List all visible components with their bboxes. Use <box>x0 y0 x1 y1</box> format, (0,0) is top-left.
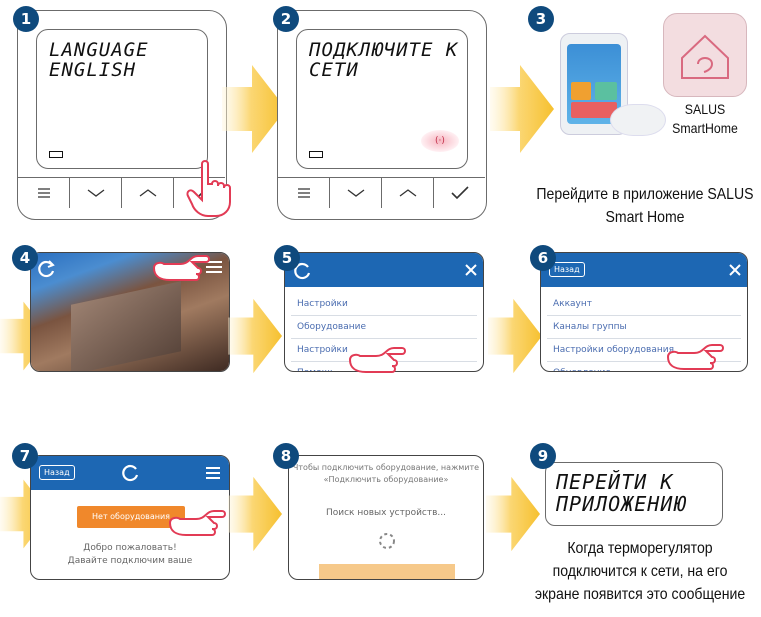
chevron-up-icon <box>399 189 416 197</box>
house-icon <box>681 34 729 79</box>
back-button[interactable]: Назад <box>39 465 75 480</box>
step-9-caption: Когда терморегулятор подключится к сети, … <box>534 540 746 603</box>
checkmark-icon <box>450 186 469 200</box>
ok-button[interactable] <box>434 178 485 208</box>
app-header: Назад <box>31 456 229 490</box>
menu-item[interactable]: Каналы группы <box>547 316 741 339</box>
refresh-icon[interactable] <box>37 259 57 279</box>
arrow-right-icon <box>228 298 282 374</box>
menu-item[interactable]: Аккаунт <box>547 293 741 316</box>
action-button[interactable] <box>319 564 455 579</box>
menu-button[interactable] <box>18 178 70 208</box>
up-button[interactable] <box>122 178 174 208</box>
app-screen-step-8: Чтобы подключить оборудование, нажмите «П… <box>288 455 484 580</box>
step-4-badge: 4 <box>12 245 38 271</box>
pointing-hand-icon <box>168 510 226 536</box>
display-text: LANGUAGE ENGLISH <box>49 39 149 81</box>
menu-button[interactable] <box>278 178 330 208</box>
menu-item[interactable]: Оборудование <box>291 316 477 339</box>
menu-item[interactable]: Настройки <box>291 293 477 316</box>
down-button[interactable] <box>330 178 382 208</box>
display-text: ПЕРЕЙТИ К ПРИЛОЖЕНИЮ <box>556 470 687 516</box>
step-9-badge: 9 <box>530 443 556 469</box>
step-7-badge: 7 <box>12 443 38 469</box>
salus-app-icon[interactable] <box>663 13 747 97</box>
thermostat-display-step-9: ПЕРЕЙТИ К ПРИЛОЖЕНИЮ <box>545 462 723 526</box>
pointing-hand-icon <box>666 344 724 370</box>
chevron-down-icon <box>347 189 364 197</box>
close-icon[interactable] <box>465 264 477 276</box>
wifi-signal-icon: (·) <box>421 130 459 152</box>
spinner-icon <box>379 533 395 549</box>
up-button[interactable] <box>382 178 434 208</box>
chevron-up-icon <box>139 189 156 197</box>
menu-icon[interactable] <box>205 467 221 479</box>
app-name-label: SALUS SmartHome <box>672 101 738 136</box>
menu-icon <box>37 188 50 198</box>
welcome-text: Добро пожаловать! Давайте подключим ваше <box>67 543 193 566</box>
display-text: ПОДКЛЮЧИТЕ К СЕТИ <box>309 39 459 81</box>
app-header <box>285 253 483 287</box>
menu-icon <box>297 188 310 198</box>
step-3-caption: Перейдите в приложение SALUS Smart Home <box>536 186 754 226</box>
down-button[interactable] <box>70 178 122 208</box>
searching-text: Поиск новых устройств... <box>325 508 447 518</box>
step-1-badge: 1 <box>13 6 39 32</box>
step-5-badge: 5 <box>274 245 300 271</box>
pointing-hand-icon <box>186 160 231 217</box>
gateway-image <box>610 104 666 136</box>
step-6-badge: 6 <box>530 245 556 271</box>
pointing-hand-icon <box>152 255 210 281</box>
thermostat-buttons <box>278 177 485 208</box>
thermostat-step-2: ПОДКЛЮЧИТЕ К СЕТИ (·) <box>277 10 487 220</box>
arrow-right-icon <box>488 298 542 374</box>
thermostat-display: ПОДКЛЮЧИТЕ К СЕТИ (·) <box>296 29 468 169</box>
battery-icon <box>49 151 63 158</box>
step-2-badge: 2 <box>273 6 299 32</box>
thermostat-display: LANGUAGE ENGLISH <box>36 29 208 169</box>
chevron-down-icon <box>87 189 104 197</box>
pointing-hand-icon <box>348 347 406 373</box>
step-8-badge: 8 <box>273 443 299 469</box>
instruction-text: Чтобы подключить оборудование, нажмите «П… <box>292 463 480 484</box>
close-icon[interactable] <box>729 264 741 276</box>
arrow-right-icon <box>486 476 540 552</box>
arrow-right-icon <box>490 65 554 153</box>
refresh-icon[interactable] <box>121 463 141 483</box>
step-3-badge: 3 <box>528 6 554 32</box>
battery-icon <box>309 151 323 158</box>
app-header: Назад <box>541 253 747 287</box>
arrow-right-icon <box>228 476 282 552</box>
